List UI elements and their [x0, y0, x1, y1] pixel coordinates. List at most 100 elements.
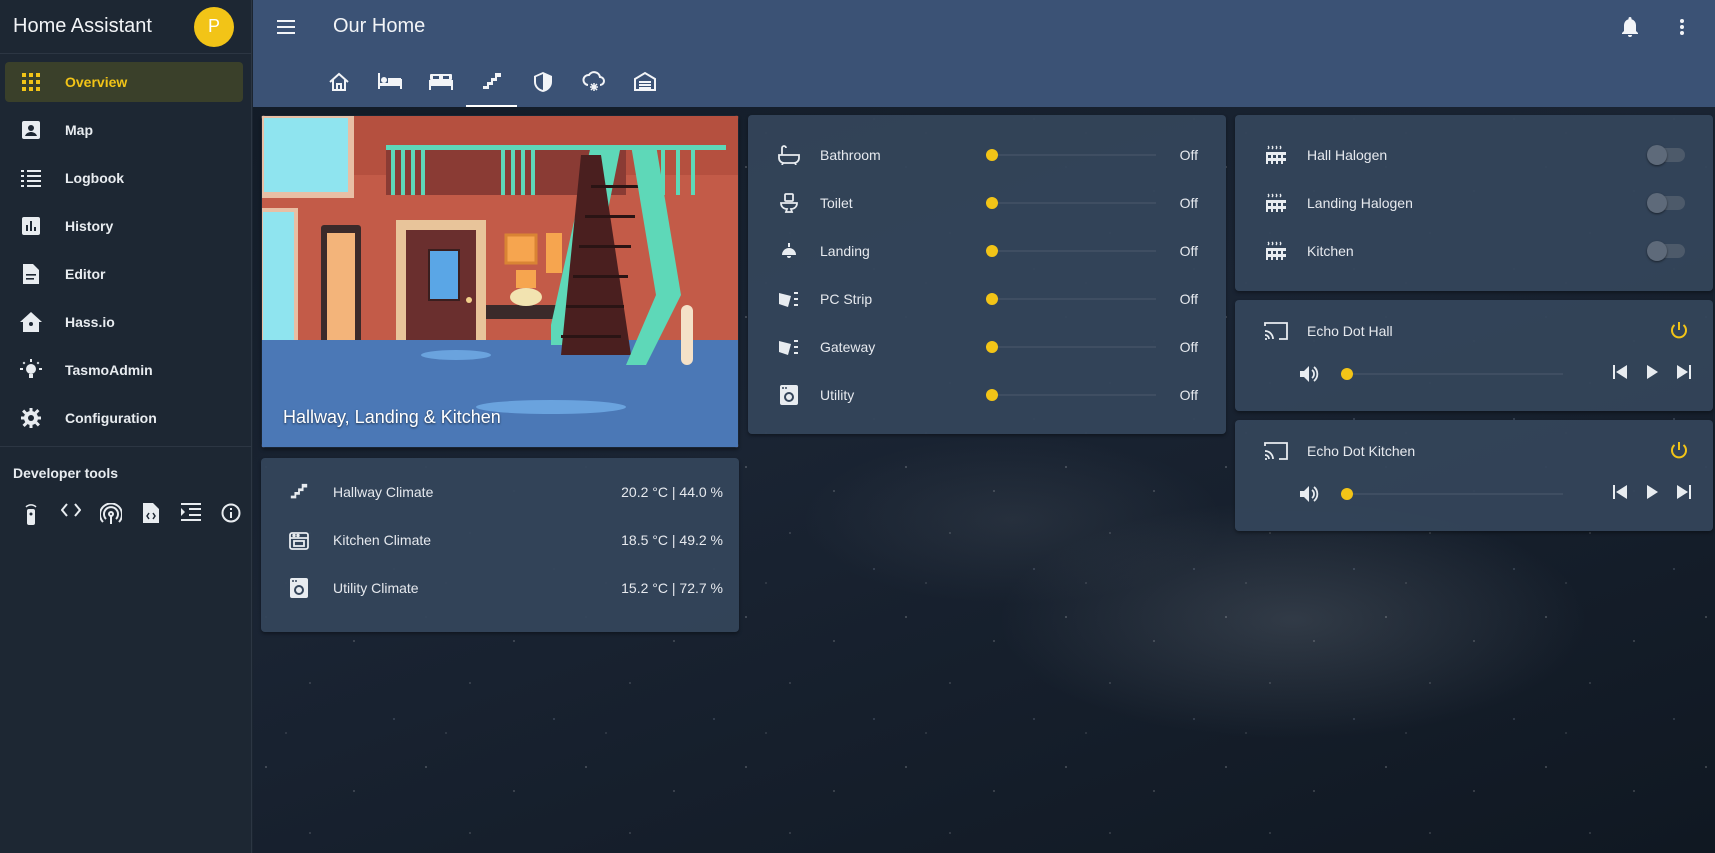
- tab-security[interactable]: [517, 65, 568, 107]
- switch-row-landing-halogen[interactable]: Landing Halogen: [1235, 179, 1713, 227]
- sidebar-item-map[interactable]: Map: [5, 110, 243, 150]
- weather-snowy-icon: [581, 71, 606, 98]
- brightness-slider[interactable]: [986, 289, 1156, 309]
- remote-icon[interactable]: [11, 503, 51, 525]
- bathtub-icon: [748, 145, 820, 165]
- tab-guest-room[interactable]: [415, 65, 466, 107]
- light-row-gateway[interactable]: Gateway Off: [748, 323, 1226, 371]
- climate-row-hallway[interactable]: Hallway Climate 20.2 °C | 44.0 %: [261, 468, 739, 516]
- tab-hallway[interactable]: [466, 65, 517, 107]
- home-icon: [328, 71, 350, 98]
- volume-slider[interactable]: [1341, 484, 1563, 504]
- toggle-thumb[interactable]: [1647, 241, 1667, 261]
- sidebar-item-label: Overview: [65, 74, 128, 90]
- light-row-landing[interactable]: Landing Off: [748, 227, 1226, 275]
- brightness-slider[interactable]: [986, 145, 1156, 165]
- notification-bell-icon[interactable]: [1620, 15, 1640, 44]
- brightness-slider[interactable]: [986, 337, 1156, 357]
- toggle-switch[interactable]: [1647, 241, 1685, 261]
- light-row-utility[interactable]: Utility Off: [748, 371, 1226, 419]
- light-state: Off: [1179, 147, 1198, 163]
- more-vertical-icon[interactable]: [1679, 15, 1685, 44]
- light-name: Gateway: [820, 339, 876, 355]
- light-state: Off: [1179, 291, 1198, 307]
- chart-box-icon: [5, 217, 65, 235]
- slider-knob[interactable]: [986, 341, 998, 353]
- switch-row-hall-halogen[interactable]: Hall Halogen: [1235, 131, 1713, 179]
- slider-track: [1341, 373, 1563, 375]
- washing-machine-icon: [261, 578, 333, 598]
- sidebar-item-label: Editor: [65, 266, 106, 282]
- play-icon[interactable]: [1645, 364, 1659, 384]
- switch-name: Hall Halogen: [1307, 147, 1388, 163]
- power-icon[interactable]: [1670, 321, 1713, 342]
- skip-next-icon[interactable]: [1677, 364, 1691, 384]
- antenna-icon[interactable]: [91, 503, 131, 525]
- sidebar-header: Home Assistant P: [0, 0, 251, 54]
- tab-weather[interactable]: [568, 65, 619, 107]
- stove-icon: [261, 530, 333, 550]
- skip-previous-icon[interactable]: [1613, 484, 1627, 504]
- lights-card: Bathroom Off Toilet Off Landing Off PC S…: [748, 115, 1226, 434]
- slider-knob[interactable]: [986, 293, 998, 305]
- file-code-icon[interactable]: [131, 503, 171, 525]
- sidebar: Home Assistant P Overview Map Logbook Hi…: [0, 0, 252, 853]
- climate-name: Kitchen Climate: [333, 532, 432, 548]
- sidebar-item-editor[interactable]: Editor: [5, 254, 243, 294]
- skip-previous-icon[interactable]: [1613, 364, 1627, 384]
- light-name: Landing: [820, 243, 870, 259]
- slider-knob[interactable]: [986, 389, 998, 401]
- info-icon[interactable]: [211, 503, 251, 525]
- climate-row-kitchen[interactable]: Kitchen Climate 18.5 °C | 49.2 %: [261, 516, 739, 564]
- shield-icon: [533, 71, 553, 98]
- power-icon[interactable]: [1670, 441, 1713, 462]
- brightness-slider[interactable]: [986, 385, 1156, 405]
- template-icon[interactable]: [171, 503, 211, 525]
- media-player-card-kitchen: Echo Dot Kitchen: [1235, 420, 1713, 531]
- climate-value: 15.2 °C | 72.7 %: [621, 580, 723, 596]
- sidebar-item-configuration[interactable]: Configuration: [5, 398, 243, 438]
- brightness-slider[interactable]: [986, 193, 1156, 213]
- slider-knob[interactable]: [1341, 368, 1353, 380]
- volume-icon[interactable]: [1255, 364, 1327, 384]
- toggle-thumb[interactable]: [1647, 145, 1667, 165]
- light-row-toilet[interactable]: Toilet Off: [748, 179, 1226, 227]
- light-row-pc-strip[interactable]: PC Strip Off: [748, 275, 1226, 323]
- sidebar-item-tasmoadmin[interactable]: TasmoAdmin: [5, 350, 243, 390]
- toggle-thumb[interactable]: [1647, 193, 1667, 213]
- slider-knob[interactable]: [986, 245, 998, 257]
- brightness-slider[interactable]: [986, 241, 1156, 261]
- tab-bedroom[interactable]: [364, 65, 415, 107]
- code-icon[interactable]: [51, 503, 91, 525]
- slider-knob[interactable]: [986, 149, 998, 161]
- light-state: Off: [1179, 195, 1198, 211]
- toggle-switch[interactable]: [1647, 145, 1685, 165]
- switch-row-kitchen[interactable]: Kitchen: [1235, 227, 1713, 275]
- tab-home[interactable]: [313, 65, 364, 107]
- skip-next-icon[interactable]: [1677, 484, 1691, 504]
- slider-knob[interactable]: [986, 197, 998, 209]
- tab-garage[interactable]: [619, 65, 670, 107]
- climate-row-utility[interactable]: Utility Climate 15.2 °C | 72.7 %: [261, 564, 739, 612]
- slider-track: [986, 202, 1156, 204]
- light-row-bathroom[interactable]: Bathroom Off: [748, 131, 1226, 179]
- volume-slider[interactable]: [1341, 364, 1563, 384]
- sidebar-item-history[interactable]: History: [5, 206, 243, 246]
- ceiling-light-icon: [748, 243, 820, 259]
- toggle-switch[interactable]: [1647, 193, 1685, 213]
- file-document-icon: [5, 264, 65, 284]
- view-tabs: [313, 65, 670, 107]
- sidebar-item-logbook[interactable]: Logbook: [5, 158, 243, 198]
- play-icon[interactable]: [1645, 484, 1659, 504]
- user-avatar[interactable]: P: [194, 6, 234, 47]
- light-name: Toilet: [820, 195, 853, 211]
- picture-caption: Hallway, Landing & Kitchen: [283, 407, 501, 427]
- sidebar-item-hassio[interactable]: Hass.io: [5, 302, 243, 342]
- sidebar-item-label: Hass.io: [65, 314, 115, 330]
- radiator-icon: [1235, 193, 1307, 213]
- volume-icon[interactable]: [1255, 484, 1327, 504]
- menu-icon[interactable]: [277, 15, 297, 44]
- sidebar-item-overview[interactable]: Overview: [5, 62, 243, 102]
- picture-card[interactable]: Hallway, Landing & Kitchen: [261, 115, 739, 448]
- slider-knob[interactable]: [1341, 488, 1353, 500]
